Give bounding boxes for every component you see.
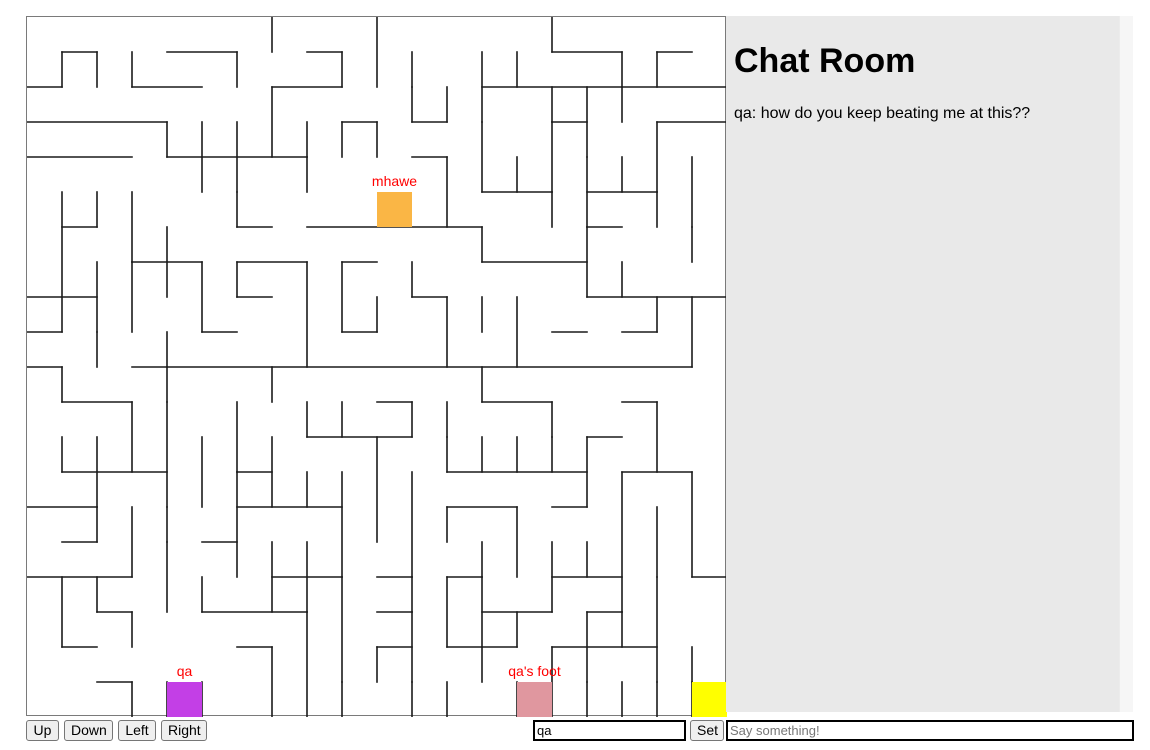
up-button[interactable]: Up (26, 720, 59, 741)
chat-message: qa: how do you keep beating me at this?? (734, 105, 1031, 122)
chat-panel: Chat Room qa: how do you keep beating me… (726, 16, 1119, 712)
player-token (377, 192, 412, 227)
chat-title: Chat Room (734, 42, 916, 80)
right-button[interactable]: Right (161, 720, 207, 741)
player-token (167, 682, 202, 717)
player-label: qa's foot (508, 663, 561, 679)
player-token (517, 682, 552, 717)
down-button[interactable]: Down (64, 720, 113, 741)
player-label: qa (177, 663, 193, 679)
maze-walls: mhawe qa qa's foot (27, 17, 727, 717)
goal-tile (692, 682, 727, 717)
chat-input[interactable] (726, 720, 1134, 741)
chat-messages: qa: how do you keep beating me at this?? (734, 104, 1115, 124)
set-name-button[interactable]: Set (690, 720, 724, 741)
maze-board: mhawe qa qa's foot (26, 16, 727, 717)
left-button[interactable]: Left (118, 720, 156, 741)
chat-scrollbar[interactable] (1119, 16, 1133, 712)
name-input[interactable] (533, 720, 686, 741)
player-label: mhawe (372, 173, 417, 189)
